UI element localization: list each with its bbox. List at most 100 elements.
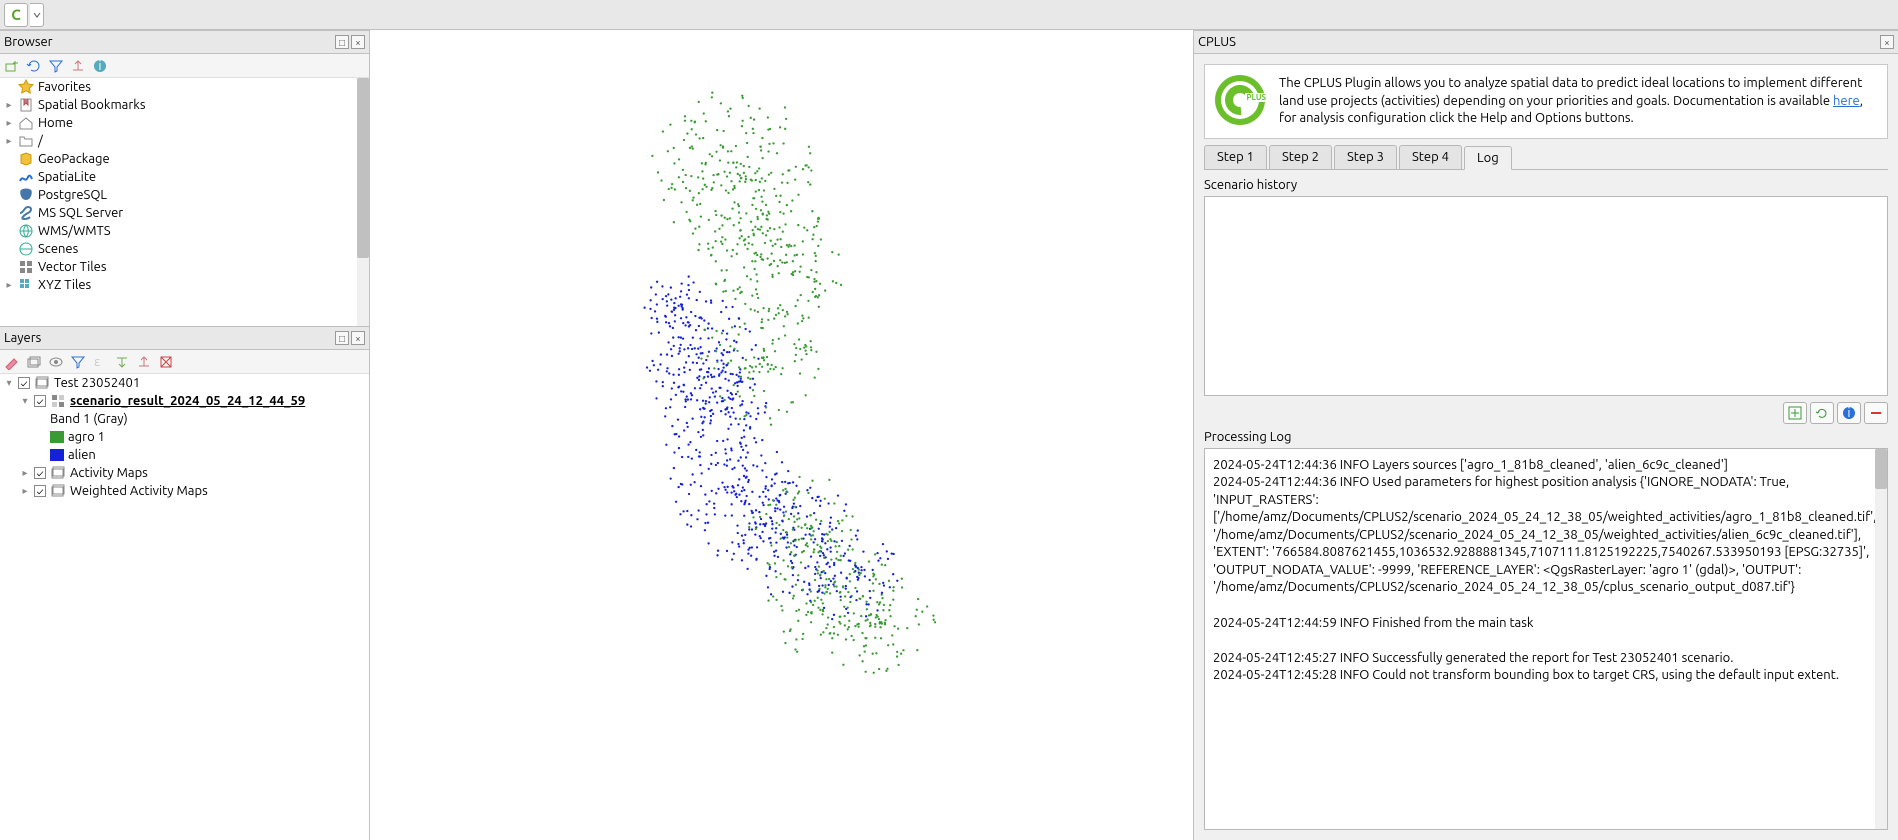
cplus-logo-text: PLUS — [1245, 93, 1267, 102]
delete-scenario-button[interactable] — [1864, 402, 1888, 424]
expand-icon[interactable]: ▾ — [4, 377, 14, 389]
collapse-all-icon[interactable] — [136, 354, 152, 370]
browser-item-label: SpatiaLite — [38, 170, 96, 184]
scenes-icon — [18, 241, 34, 257]
layer-row[interactable]: ▾ ✓ scenario_result_2024_05_24_12_44_59 — [0, 392, 369, 410]
svg-text:i: i — [1847, 406, 1850, 420]
tab-log[interactable]: Log — [1464, 146, 1512, 170]
style-icon[interactable] — [4, 354, 20, 370]
scenario-history-label: Scenario history — [1204, 178, 1888, 192]
svg-text:ε: ε — [94, 355, 101, 369]
browser-item-label: Scenes — [38, 242, 78, 256]
layer-group-row[interactable]: ▸ ✓ Weighted Activity Maps — [0, 482, 369, 500]
cplus-toolbar-button[interactable]: C — [4, 3, 28, 27]
expand-icon[interactable]: ▸ — [20, 467, 30, 479]
collapse-icon[interactable] — [70, 58, 86, 74]
layer-checkbox[interactable]: ✓ — [34, 485, 46, 497]
browser-scrollbar[interactable] — [357, 78, 369, 326]
browser-item[interactable]: GeoPackage — [0, 150, 369, 168]
layer-label: scenario_result_2024_05_24_12_44_59 — [70, 394, 305, 408]
postgres-icon — [18, 187, 34, 203]
cplus-panel: CPLUS × PLUS The CPLUS Plugin allows you… — [1193, 30, 1898, 840]
refresh-icon[interactable] — [26, 58, 42, 74]
cplus-header: PLUS The CPLUS Plugin allows you to anal… — [1204, 64, 1888, 139]
layers-undock-button[interactable]: □ — [335, 331, 349, 345]
eye-icon[interactable] — [48, 354, 64, 370]
map-canvas[interactable] — [370, 30, 1193, 840]
layers-tree[interactable]: ▾ ✓ Test 23052401 ▾ ✓ scenario_result_20… — [0, 374, 369, 840]
browser-item[interactable]: Favorites — [0, 78, 369, 96]
expand-icon[interactable]: ▸ — [4, 279, 14, 291]
browser-item[interactable]: SpatiaLite — [0, 168, 369, 186]
layer-group-row[interactable]: ▾ ✓ Test 23052401 — [0, 374, 369, 392]
info-icon[interactable]: i — [92, 58, 108, 74]
expand-icon[interactable]: ▸ — [4, 135, 14, 147]
expand-all-icon[interactable] — [114, 354, 130, 370]
add-layer-icon[interactable] — [4, 58, 20, 74]
info-scenario-button[interactable]: i — [1837, 402, 1861, 424]
filter-layers-icon[interactable] — [70, 354, 86, 370]
layer-group-label: Weighted Activity Maps — [70, 484, 208, 498]
remove-layer-icon[interactable] — [158, 354, 174, 370]
expand-icon[interactable]: ▸ — [20, 485, 30, 497]
browser-scrollbar-thumb[interactable] — [357, 78, 369, 258]
browser-item[interactable]: WMS/WMTS — [0, 222, 369, 240]
browser-item[interactable]: ▸/ — [0, 132, 369, 150]
browser-item-label: Vector Tiles — [38, 260, 107, 274]
band-row: Band 1 (Gray) — [0, 410, 369, 428]
layer-checkbox[interactable]: ✓ — [18, 377, 30, 389]
expand-icon[interactable]: ▸ — [4, 117, 14, 129]
cplus-toolbar-dropdown[interactable] — [30, 3, 44, 27]
layer-checkbox[interactable]: ✓ — [34, 395, 46, 407]
cplus-title-label: CPLUS — [1198, 35, 1236, 49]
cplus-desc-text-1: The CPLUS Plugin allows you to analyze s… — [1279, 76, 1862, 108]
scenario-history-box[interactable] — [1204, 196, 1888, 396]
tab-step-1[interactable]: Step 1 — [1204, 145, 1267, 169]
layer-checkbox[interactable]: ✓ — [34, 467, 46, 479]
log-scrollbar-thumb[interactable] — [1875, 449, 1887, 489]
browser-item[interactable]: Scenes — [0, 240, 369, 258]
layers-close-button[interactable]: × — [351, 331, 365, 345]
browser-title-label: Browser — [4, 35, 53, 49]
browser-item[interactable]: PostgreSQL — [0, 186, 369, 204]
filter-icon[interactable] — [48, 58, 64, 74]
tab-step-2[interactable]: Step 2 — [1269, 145, 1332, 169]
browser-item[interactable]: Vector Tiles — [0, 258, 369, 276]
expression-icon[interactable]: ε — [92, 354, 108, 370]
cplus-close-button[interactable]: × — [1880, 35, 1894, 49]
tab-step-4[interactable]: Step 4 — [1399, 145, 1462, 169]
layers-toolbar: ε — [0, 350, 369, 374]
legend-swatch — [50, 431, 64, 443]
browser-undock-button[interactable]: □ — [335, 35, 349, 49]
layer-group-row[interactable]: ▸✓Activity Maps — [0, 464, 369, 482]
browser-item[interactable]: MS SQL Server — [0, 204, 369, 222]
add-scenario-button[interactable] — [1783, 402, 1807, 424]
expand-icon[interactable]: ▾ — [20, 395, 30, 407]
cplus-doc-link[interactable]: here — [1833, 94, 1860, 108]
band-label: Band 1 (Gray) — [50, 412, 128, 426]
browser-item[interactable]: ▸ Home — [0, 114, 369, 132]
processing-log-label: Processing Log — [1204, 430, 1888, 444]
browser-item[interactable]: ▸ XYZ Tiles — [0, 276, 369, 294]
xyz-icon — [18, 277, 34, 293]
folder-icon — [18, 133, 34, 149]
layer-group-label: Test 23052401 — [54, 376, 140, 390]
browser-item-label: Home — [38, 116, 73, 130]
processing-log-box[interactable]: 2024-05-24T12:44:36 INFO Layers sources … — [1204, 448, 1888, 830]
legend-swatch — [50, 449, 64, 461]
cplus-c-icon: C — [11, 6, 21, 23]
tab-step-3[interactable]: Step 3 — [1334, 145, 1397, 169]
cplus-description: The CPLUS Plugin allows you to analyze s… — [1279, 75, 1877, 128]
add-group-icon[interactable] — [26, 354, 42, 370]
browser-tree[interactable]: Favorites▸Spatial Bookmarks▸Home▸/GeoPac… — [0, 78, 369, 326]
reload-scenario-button[interactable] — [1810, 402, 1834, 424]
browser-item[interactable]: ▸Spatial Bookmarks — [0, 96, 369, 114]
expand-icon[interactable]: ▸ — [4, 99, 14, 111]
browser-close-button[interactable]: × — [351, 35, 365, 49]
browser-item-label: XYZ Tiles — [38, 278, 91, 292]
group-icon — [34, 375, 50, 391]
layers-panel-title: Layers □ × — [0, 326, 369, 350]
log-scrollbar[interactable] — [1875, 449, 1887, 829]
raster-icon — [50, 393, 66, 409]
star-icon — [18, 79, 34, 95]
